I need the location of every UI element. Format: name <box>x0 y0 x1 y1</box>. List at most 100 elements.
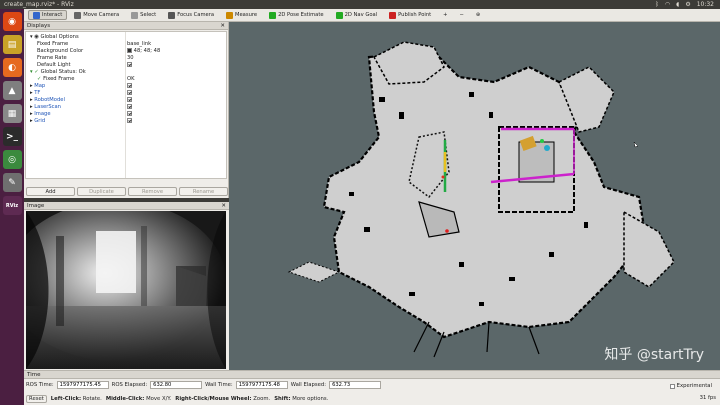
window-title: create_map.rviz* - RViz <box>4 1 74 8</box>
display-key: Default Light <box>37 62 71 68</box>
close-icon[interactable]: ✕ <box>220 23 228 29</box>
enable-checkbox[interactable] <box>127 118 132 123</box>
display-row-background-color[interactable]: Background Color 48; 48; 48 <box>26 48 226 55</box>
camera-image-view <box>26 211 226 369</box>
sound-icon[interactable]: ◖ <box>676 1 679 8</box>
tool-move-camera[interactable]: Move Camera <box>69 10 124 20</box>
display-row-global-options[interactable]: ▾ ◉ Global Options <box>26 34 226 41</box>
display-row-robotmodel[interactable]: ▸ RobotModel <box>26 97 226 104</box>
display-row-map[interactable]: ▸ Map <box>26 83 226 90</box>
rviz-icon[interactable]: RViz <box>2 196 22 215</box>
ros-elapsed-field[interactable] <box>150 381 203 389</box>
tool-focus-camera[interactable]: Focus Camera <box>163 10 219 20</box>
wall-time-field[interactable] <box>235 381 288 389</box>
reset-button[interactable]: Reset <box>26 395 47 403</box>
color-swatch[interactable] <box>127 48 132 53</box>
shift-desc: More options. <box>292 396 329 402</box>
remove-button[interactable]: Remove <box>128 187 177 196</box>
display-row-image[interactable]: ▸ Image <box>26 111 226 118</box>
display-value: 30 <box>127 55 134 61</box>
add-tool-icon[interactable]: + <box>438 10 452 20</box>
tool-measure[interactable]: Measure <box>221 10 262 20</box>
edit-icon[interactable]: ✎ <box>2 173 22 192</box>
add-button[interactable]: Add <box>26 187 75 196</box>
enable-checkbox[interactable] <box>127 97 132 102</box>
display-row-grid[interactable]: ▸ Grid <box>26 118 226 125</box>
display-row-frame-rate[interactable]: Frame Rate 30 <box>26 55 226 62</box>
files-icon[interactable]: ▤ <box>2 35 22 54</box>
text-editor-icon[interactable]: ▦ <box>2 104 22 123</box>
left-click-desc: Rotate. <box>82 396 102 402</box>
enable-checkbox[interactable] <box>127 104 132 109</box>
displays-panel: Displays ✕ ▾ ◉ Global Options Fixed Frame… <box>24 22 229 198</box>
image-panel: Image ✕ <box>24 202 229 370</box>
enable-checkbox[interactable] <box>127 90 132 95</box>
time-panel-title: Time <box>27 371 41 378</box>
display-key: RobotModel <box>34 97 65 103</box>
dash-icon[interactable]: ◉ <box>2 12 22 31</box>
display-row-laserscan[interactable]: ▸ LaserScan <box>26 104 226 111</box>
bluetooth-icon[interactable]: ᛒ <box>655 1 659 8</box>
time-panel-header: Time <box>24 371 720 379</box>
ros-time-field[interactable] <box>56 381 109 389</box>
display-row-fixed-frame[interactable]: Fixed Frame base_link <box>26 41 226 48</box>
tool-label: Measure <box>235 12 258 18</box>
terminal-icon[interactable]: >_ <box>2 127 22 146</box>
display-row-tf[interactable]: ▸ TF <box>26 90 226 97</box>
tool-select[interactable]: Select <box>126 10 161 20</box>
tool-options-icon[interactable]: ⊕ <box>471 10 485 20</box>
enable-checkbox[interactable] <box>127 111 132 116</box>
enable-checkbox[interactable] <box>127 62 132 67</box>
display-key: Image <box>34 111 51 117</box>
watermark: 知乎 @startTry <box>604 347 704 363</box>
tool-publish-point[interactable]: Publish Point <box>384 10 436 20</box>
experimental-toggle[interactable]: Experimental <box>669 383 712 389</box>
browser-icon[interactable]: ◐ <box>2 58 22 77</box>
displays-tree: ▾ ◉ Global Options Fixed Frame base_link Ba… <box>25 31 227 179</box>
ok-check-icon[interactable]: ▾ ✓ <box>30 69 41 75</box>
measure-icon <box>226 11 234 19</box>
wall-elapsed-field[interactable] <box>329 381 382 389</box>
nav-goal-icon <box>335 11 343 19</box>
display-value: 48; 48; 48 <box>133 48 161 54</box>
os-top-bar: create_map.rviz* - RViz ᛒ ◠ ◖ ⚙ 10:32 <box>0 0 720 9</box>
enable-checkbox[interactable] <box>127 83 132 88</box>
display-row-default-light[interactable]: Default Light <box>26 62 226 69</box>
settings-icon[interactable]: ⚙ <box>685 1 690 8</box>
tool-2d-pose-estimate[interactable]: 2D Pose Estimate <box>264 10 329 20</box>
right-click-label: Right-Click/Mouse Wheel: <box>175 396 252 402</box>
display-row-fixed-frame[interactable]: ✓ Fixed Frame OK <box>26 76 226 83</box>
display-key: Global Status: Ok <box>40 69 86 75</box>
clock[interactable]: 10:32 <box>697 1 714 8</box>
tool-label: Focus Camera <box>177 12 215 18</box>
tool-2d-nav-goal[interactable]: 2D Nav Goal <box>331 10 383 20</box>
wifi-icon[interactable]: ◠ <box>665 1 670 8</box>
occupancy-map[interactable] <box>229 22 720 370</box>
chrome-icon[interactable]: ◎ <box>2 150 22 169</box>
fps-readout: 31 fps <box>699 395 716 401</box>
displays-buttons: Add Duplicate Remove Rename <box>26 187 228 196</box>
experimental-checkbox[interactable] <box>669 383 675 389</box>
display-row-global-status-ok[interactable]: ▾ ✓ Global Status: Ok <box>26 69 226 76</box>
rviz-3d-view[interactable]: 知乎 @startTry <box>229 22 720 370</box>
display-key: Map <box>34 83 46 89</box>
close-icon[interactable]: ✕ <box>221 203 229 209</box>
software-icon[interactable]: ▲ <box>2 81 22 100</box>
focus-camera-icon <box>168 11 176 19</box>
display-key: Global Options <box>40 34 79 40</box>
rviz-toolbar: Interact Move Camera Select Focus Camera Mea… <box>24 9 720 22</box>
publish-point-icon <box>389 11 397 19</box>
tool-interact[interactable]: Interact <box>28 10 68 20</box>
remove-tool-icon[interactable]: − <box>455 10 469 20</box>
rename-button[interactable]: Rename <box>179 187 228 196</box>
duplicate-button[interactable]: Duplicate <box>77 187 126 196</box>
wall-time-label: Wall Time: <box>205 382 233 388</box>
select-icon <box>131 11 139 19</box>
middle-click-desc: Move X/Y. <box>146 396 172 402</box>
shift-label: Shift: <box>274 396 291 402</box>
camera-image <box>26 211 226 369</box>
display-key: Fixed Frame <box>43 76 75 82</box>
status-bar: Reset Left-Click: Rotate. Middle-Click: … <box>26 395 328 403</box>
expand-icon[interactable]: ▾ ◉ <box>30 34 40 40</box>
tool-label: Interact <box>42 12 63 18</box>
